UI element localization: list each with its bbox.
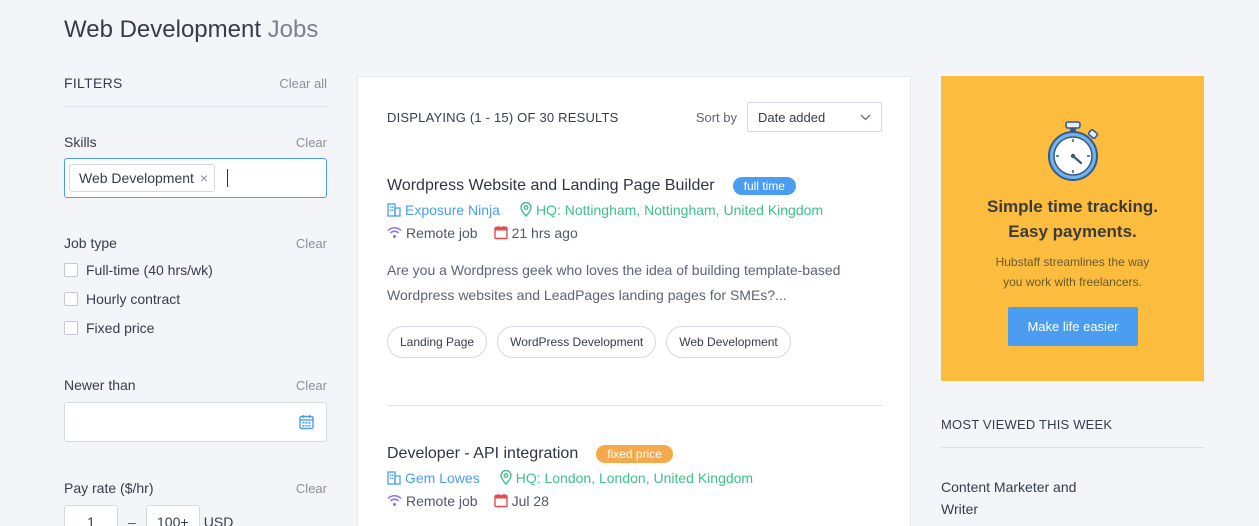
results-count: DISPLAYING (1 - 15) OF 30 RESULTS bbox=[387, 109, 619, 125]
company-link[interactable]: Gem Lowes bbox=[405, 470, 480, 486]
posted-time: 21 hrs ago bbox=[511, 224, 578, 241]
pay-rate-max-input[interactable]: 100+ bbox=[145, 505, 200, 526]
newer-than-label: Newer than bbox=[64, 377, 136, 393]
filters-label: FILTERS bbox=[64, 75, 123, 91]
text-cursor bbox=[227, 169, 229, 187]
checkbox[interactable] bbox=[64, 291, 78, 306]
posted-time: Jul 28 bbox=[511, 492, 549, 509]
job-card: Developer - API integration fixed price … bbox=[387, 445, 882, 509]
skill-chip-label: Web Development bbox=[79, 170, 194, 186]
skills-clear-link[interactable]: Clear bbox=[296, 135, 327, 150]
filters-divider bbox=[64, 106, 327, 107]
job-type-clear-link[interactable]: Clear bbox=[296, 236, 327, 251]
skill-chip: Web Development × bbox=[69, 164, 216, 192]
most-viewed-divider bbox=[941, 447, 1204, 448]
job-type-option-fixed[interactable]: Fixed price bbox=[64, 317, 327, 338]
location-pin-icon bbox=[520, 202, 532, 217]
calendar-icon[interactable] bbox=[299, 414, 314, 430]
promo-heading: Simple time tracking. Easy payments. bbox=[941, 194, 1204, 244]
date-input[interactable] bbox=[64, 402, 327, 442]
pay-rate-range: 1 – 100+ USD bbox=[64, 505, 327, 526]
remote-wifi-icon bbox=[387, 494, 402, 506]
chevron-down-icon bbox=[860, 114, 871, 120]
job-type-option-full-time[interactable]: Full-time (40 hrs/wk) bbox=[64, 259, 327, 280]
job-title-link[interactable]: Wordpress Website and Landing Page Build… bbox=[387, 177, 715, 195]
job-title-link[interactable]: Developer - API integration bbox=[387, 445, 578, 463]
sort-label: Sort by bbox=[695, 109, 737, 125]
job-type-badge: fixed price bbox=[596, 445, 673, 463]
stopwatch-icon bbox=[1048, 121, 1099, 181]
page-title: Web Development Jobs bbox=[64, 16, 318, 44]
most-viewed-item[interactable]: Content Marketer and Writer bbox=[941, 476, 1101, 520]
most-viewed-section: MOST VIEWED THIS WEEK Content Marketer a… bbox=[941, 417, 1204, 520]
job-meta-row: Gem Lowes HQ: London, London, United Kin… bbox=[387, 469, 882, 486]
job-location: HQ: London, London, United Kingdom bbox=[515, 469, 754, 486]
sort-value: Date added bbox=[758, 109, 826, 125]
filters-header: FILTERS Clear all bbox=[64, 72, 327, 94]
sort-select[interactable]: Date added bbox=[747, 102, 882, 132]
promo-heading-line-1: Simple time tracking. bbox=[987, 197, 1158, 216]
job-type-badge: full time bbox=[732, 177, 796, 195]
job-type-option-hourly[interactable]: Hourly contract bbox=[64, 288, 327, 309]
remote-label: Remote job bbox=[406, 224, 478, 241]
checkbox-label: Hourly contract bbox=[86, 290, 181, 307]
checkbox-label: Fixed price bbox=[86, 319, 155, 336]
checkbox-label: Full-time (40 hrs/wk) bbox=[86, 261, 213, 278]
job-tags: Landing Page WordPress Development Web D… bbox=[387, 326, 882, 358]
pay-rate-min-input[interactable]: 1 bbox=[64, 505, 118, 526]
calendar-icon bbox=[493, 494, 508, 508]
results-header: DISPLAYING (1 - 15) OF 30 RESULTS Sort b… bbox=[387, 102, 882, 132]
remote-wifi-icon bbox=[387, 226, 402, 238]
job-listing-panel: DISPLAYING (1 - 15) OF 30 RESULTS Sort b… bbox=[357, 76, 911, 526]
promo-banner: Simple time tracking. Easy payments. Hub… bbox=[941, 76, 1204, 381]
location-pin-icon bbox=[500, 470, 512, 485]
currency-label: USD bbox=[203, 514, 234, 526]
promo-text-line-2: you work with freelancers. bbox=[1003, 275, 1142, 289]
skills-filter: Skills Clear Web Development × bbox=[64, 134, 327, 198]
clear-all-link[interactable]: Clear all bbox=[279, 76, 327, 91]
job-type-label: Job type bbox=[64, 235, 117, 251]
range-separator: – bbox=[128, 514, 136, 526]
newer-than-filter: Newer than Clear bbox=[64, 377, 327, 442]
tag-wordpress-development[interactable]: WordPress Development bbox=[497, 326, 657, 358]
chip-remove-icon[interactable]: × bbox=[200, 170, 208, 186]
filters-sidebar: FILTERS Clear all Skills Clear Web Devel… bbox=[64, 72, 327, 526]
make-life-easier-button[interactable]: Make life easier bbox=[1008, 307, 1138, 346]
job-type-filter: Job type Clear Full-time (40 hrs/wk) Hou… bbox=[64, 235, 327, 338]
calendar-icon bbox=[493, 226, 508, 240]
company-link[interactable]: Exposure Ninja bbox=[405, 202, 500, 218]
job-location: HQ: Nottingham, Nottingham, United Kingd… bbox=[535, 201, 824, 218]
most-viewed-heading: MOST VIEWED THIS WEEK bbox=[941, 417, 1113, 432]
job-meta-row: Exposure Ninja HQ: Nottingham, Nottingha… bbox=[387, 201, 882, 218]
tag-web-development[interactable]: Web Development bbox=[666, 326, 791, 358]
promo-text: Hubstaff streamlines the way you work wi… bbox=[941, 252, 1204, 292]
job-description: Are you a Wordpress geek who loves the i… bbox=[387, 262, 841, 303]
job-divider bbox=[387, 405, 882, 406]
pay-rate-label: Pay rate ($/hr) bbox=[64, 480, 154, 496]
pay-rate-filter: Pay rate ($/hr) Clear 1 – 100+ USD bbox=[64, 480, 327, 526]
checkbox[interactable] bbox=[64, 320, 78, 335]
promo-heading-line-2: Easy payments. bbox=[1008, 222, 1137, 241]
job-card: Wordpress Website and Landing Page Build… bbox=[387, 177, 882, 358]
promo-text-line-1: Hubstaff streamlines the way bbox=[995, 255, 1150, 269]
building-icon bbox=[387, 470, 401, 485]
page-title-strong: Web Development bbox=[64, 16, 261, 43]
tag-landing-page[interactable]: Landing Page bbox=[387, 326, 488, 358]
newer-than-clear-link[interactable]: Clear bbox=[296, 378, 327, 393]
pay-rate-clear-link[interactable]: Clear bbox=[296, 481, 327, 496]
skills-input[interactable]: Web Development × bbox=[64, 158, 327, 198]
remote-label: Remote job bbox=[406, 492, 478, 509]
page-title-light: Jobs bbox=[267, 16, 319, 43]
job-meta-row-2: Remote job 21 hrs ago bbox=[387, 224, 882, 241]
skills-label: Skills bbox=[64, 134, 97, 150]
checkbox[interactable] bbox=[64, 262, 78, 277]
building-icon bbox=[387, 202, 401, 217]
job-meta-row-2: Remote job Jul 28 bbox=[387, 492, 882, 509]
